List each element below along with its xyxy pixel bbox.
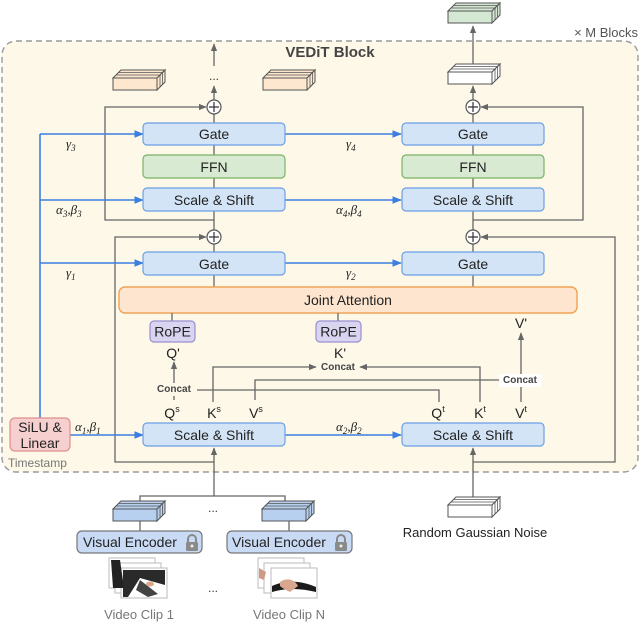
noise-tensor xyxy=(447,496,501,518)
repeat-label: × M Blocks xyxy=(574,25,638,40)
video-clip-1-frames xyxy=(108,557,168,599)
visual-encoder-n: Visual Encoder xyxy=(226,530,353,554)
ellipsis-clips: ... xyxy=(208,581,218,595)
clip-tensor-n xyxy=(261,500,315,522)
svg-text:Linear: Linear xyxy=(21,435,60,451)
q-prime-label: Q' xyxy=(166,345,180,361)
svg-text:SiLU &: SiLU & xyxy=(18,419,62,435)
svg-text:Scale & Shift: Scale & Shift xyxy=(433,427,513,443)
right-gate-top: Gate xyxy=(401,122,545,146)
svg-text:RoPE: RoPE xyxy=(154,324,191,340)
svg-text:Scale & Shift: Scale & Shift xyxy=(174,192,254,208)
v-prime-label: V' xyxy=(515,315,527,331)
timestamp-caption: Timestamp xyxy=(8,456,67,470)
noise-label: Random Gaussian Noise xyxy=(403,525,548,540)
svg-text:Joint Attention: Joint Attention xyxy=(304,292,392,308)
intermediate-tensor-left-2 xyxy=(262,69,316,91)
left-scale-shift-bottom: Scale & Shift xyxy=(142,422,286,447)
sum-node-left-top xyxy=(206,99,222,115)
concat-value: Concat xyxy=(499,374,541,387)
video-clip-1-label: Video Clip 1 xyxy=(104,607,174,622)
rope-box-key: RoPE xyxy=(315,320,362,343)
svg-text:RoPE: RoPE xyxy=(320,324,357,340)
svg-text:Visual Encoder: Visual Encoder xyxy=(232,534,326,550)
svg-text:Gate: Gate xyxy=(199,126,230,142)
concat-query: Concat xyxy=(152,383,197,396)
sum-node-right-mid xyxy=(465,229,481,245)
ellipsis-top: ... xyxy=(209,69,219,83)
silu-linear-box: SiLU & Linear xyxy=(9,417,71,452)
block-title: VEDiT Block xyxy=(285,44,375,61)
svg-text:Visual Encoder: Visual Encoder xyxy=(83,534,177,550)
svg-text:FFN: FFN xyxy=(200,159,227,175)
intermediate-tensor-left-1 xyxy=(112,69,166,91)
concat-key: Concat xyxy=(318,361,358,374)
svg-text:Gate: Gate xyxy=(458,256,489,272)
right-scale-shift-bottom: Scale & Shift xyxy=(401,422,545,447)
sum-node-right-top xyxy=(465,99,481,115)
left-gate-top: Gate xyxy=(142,122,286,146)
svg-text:Gate: Gate xyxy=(199,256,230,272)
svg-text:Concat: Concat xyxy=(503,375,538,386)
left-gate-bottom: Gate xyxy=(142,251,286,276)
svg-text:FFN: FFN xyxy=(459,159,486,175)
svg-text:Gate: Gate xyxy=(458,126,489,142)
svg-text:Concat: Concat xyxy=(157,384,192,395)
vedit-architecture-diagram: VEDiT Block × M Blocks ... γ3 γ4 α3,β3 α… xyxy=(1,2,639,622)
svg-text:Scale & Shift: Scale & Shift xyxy=(433,192,513,208)
clip-tensor-1 xyxy=(112,500,166,522)
svg-text:Concat: Concat xyxy=(321,362,356,373)
output-tensor xyxy=(447,2,501,24)
right-gate-bottom: Gate xyxy=(401,251,545,276)
video-clip-n-label: Video Clip N xyxy=(253,607,325,622)
sum-node-left-mid xyxy=(206,229,222,245)
left-scale-shift-top: Scale & Shift xyxy=(142,187,286,212)
ellipsis-tensors: ... xyxy=(208,501,218,515)
visual-encoder-1: Visual Encoder xyxy=(76,530,203,554)
rope-box-query: RoPE xyxy=(149,320,196,343)
joint-attention-box: Joint Attention xyxy=(118,286,578,314)
svg-text:Scale & Shift: Scale & Shift xyxy=(174,427,254,443)
intermediate-tensor-right xyxy=(447,63,501,85)
left-ffn: FFN xyxy=(142,154,286,179)
right-ffn: FFN xyxy=(401,154,545,179)
right-scale-shift-top: Scale & Shift xyxy=(401,187,545,212)
k-prime-label: K' xyxy=(334,345,346,361)
video-clip-n-frames xyxy=(257,557,318,599)
